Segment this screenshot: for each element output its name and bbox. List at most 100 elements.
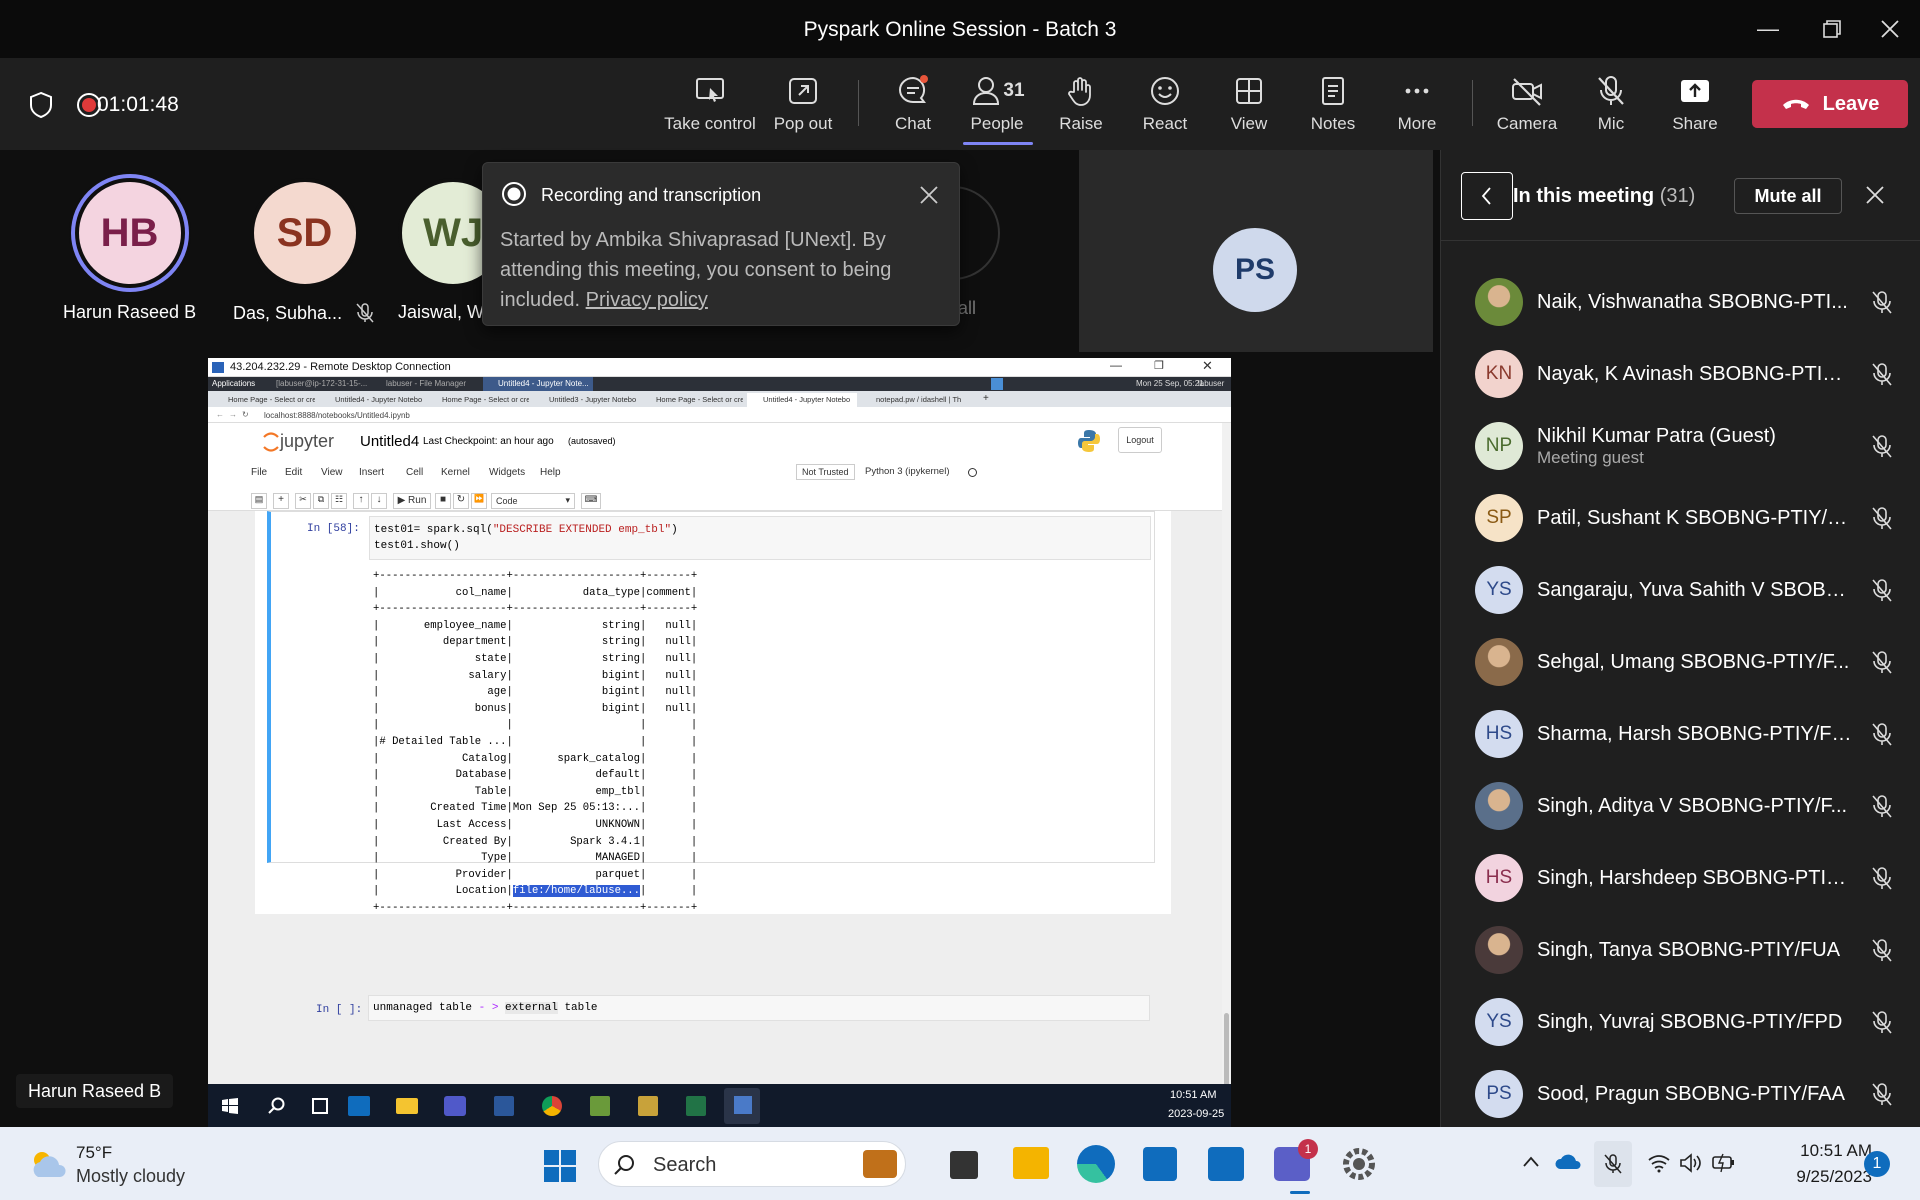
chat-button[interactable]: Chat xyxy=(868,74,958,140)
mic-off-icon[interactable] xyxy=(1869,865,1895,891)
forward-icon[interactable]: → xyxy=(229,410,237,419)
cut-button[interactable]: ✂ xyxy=(295,493,311,509)
mute-all-button[interactable]: Mute all xyxy=(1734,178,1842,214)
weather-text[interactable]: Mostly cloudy xyxy=(76,1166,185,1187)
move-up-button[interactable]: ↑ xyxy=(353,493,369,509)
scrollbar-thumb[interactable] xyxy=(1224,1013,1229,1084)
settings-gear-icon[interactable] xyxy=(1340,1145,1378,1183)
menu-edit[interactable]: Edit xyxy=(285,467,302,478)
code-cell-selected[interactable]: In [58]: test01= spark.sql("DESCRIBE EXT… xyxy=(267,511,1155,914)
rdp-close-button[interactable]: ✕ xyxy=(1202,358,1213,374)
participant-row[interactable]: HS Singh, Harshdeep SBOBNG-PTIY... xyxy=(1475,848,1895,908)
rdp-restore-button[interactable]: ❐ xyxy=(1154,359,1164,372)
task-view-icon[interactable] xyxy=(312,1098,328,1114)
participant-row[interactable]: Singh, Tanya SBOBNG-PTIY/FUA xyxy=(1475,920,1895,980)
outlook-icon[interactable] xyxy=(1208,1147,1244,1181)
participant-row[interactable]: KN Nayak, K Avinash SBOBNG-PTIY/... xyxy=(1475,344,1895,404)
notes-button[interactable]: Notes xyxy=(1288,74,1378,140)
pop-out-button[interactable]: Pop out xyxy=(758,74,848,140)
run-button[interactable]: ▶ Run xyxy=(393,493,431,509)
privacy-policy-link[interactable]: Privacy policy xyxy=(586,289,708,311)
windows-start-icon[interactable] xyxy=(222,1098,238,1114)
search-icon[interactable] xyxy=(268,1097,286,1115)
notebook-name[interactable]: Untitled4 xyxy=(360,433,419,450)
minimize-button[interactable]: — xyxy=(1748,12,1788,46)
outlook-icon[interactable] xyxy=(348,1096,370,1116)
remote-desktop-window[interactable]: 43.204.232.29 - Remote Desktop Connectio… xyxy=(208,358,1231,1084)
move-down-button[interactable]: ↓ xyxy=(371,493,387,509)
rdp-minimize-button[interactable]: — xyxy=(1110,358,1122,372)
edge-icon[interactable] xyxy=(1077,1145,1115,1183)
store-icon[interactable] xyxy=(1143,1147,1177,1181)
camera-button[interactable]: Camera xyxy=(1482,74,1572,140)
menu-help[interactable]: Help xyxy=(540,467,561,478)
menu-kernel[interactable]: Kernel xyxy=(441,467,470,478)
people-button[interactable]: 31 People xyxy=(952,74,1042,140)
taskbar-search-box[interactable]: Search xyxy=(598,1141,906,1187)
excel-icon[interactable] xyxy=(686,1096,706,1116)
participant-row[interactable]: SP Patil, Sushant K SBOBNG-PTIY/F... xyxy=(1475,488,1895,548)
menu-view[interactable]: View xyxy=(321,467,343,478)
menu-insert[interactable]: Insert xyxy=(359,467,384,478)
word-icon[interactable] xyxy=(494,1096,514,1116)
more-button[interactable]: More xyxy=(1372,74,1462,140)
mic-off-icon[interactable] xyxy=(1869,433,1895,459)
participant-tile[interactable]: HB Harun Raseed B xyxy=(63,178,196,323)
mic-button[interactable]: Mic xyxy=(1566,74,1656,140)
take-control-button[interactable]: Take control xyxy=(664,74,756,140)
menu-widgets[interactable]: Widgets xyxy=(489,467,525,478)
browser-tab[interactable]: notepad.pw / idashell | Th xyxy=(860,393,970,407)
react-button[interactable]: React xyxy=(1120,74,1210,140)
remote-task[interactable]: Untitled4 - Jupyter Note... xyxy=(498,379,589,388)
participant-row[interactable]: YS Singh, Yuvraj SBOBNG-PTIY/FPD xyxy=(1475,992,1895,1052)
browser-tab[interactable]: Untitled4 - Jupyter Notebo xyxy=(319,393,422,407)
save-button[interactable]: ▤ xyxy=(251,493,267,509)
menu-file[interactable]: File xyxy=(251,467,267,478)
copy-button[interactable]: ⧉ xyxy=(313,493,329,509)
restart-button[interactable]: ↻ xyxy=(453,493,469,509)
keyboard-shortcuts-button[interactable]: ⌨ xyxy=(581,493,601,509)
code-input[interactable]: unmanaged table - > external table xyxy=(368,995,1150,1021)
participant-row[interactable]: Naik, Vishwanatha SBOBNG-PTI... xyxy=(1475,272,1895,332)
new-tab-button[interactable]: + xyxy=(983,393,989,404)
mic-off-icon[interactable] xyxy=(1869,721,1895,747)
clock-time[interactable]: 10:51 AM xyxy=(1768,1141,1872,1161)
windows-start-icon[interactable] xyxy=(543,1149,577,1183)
logout-button[interactable]: Logout xyxy=(1118,427,1162,453)
participant-row[interactable]: NP Nikhil Kumar Patra (Guest) Meeting gues… xyxy=(1475,416,1895,476)
browser-tab[interactable]: Home Page - Select or cre xyxy=(640,393,743,407)
clock-date[interactable]: 9/25/2023 xyxy=(1768,1167,1872,1187)
close-icon[interactable] xyxy=(919,185,939,205)
restore-button[interactable] xyxy=(1812,12,1852,46)
mic-off-icon[interactable] xyxy=(1869,1081,1895,1107)
insert-cell-button[interactable]: + xyxy=(273,493,289,509)
share-button[interactable]: Share xyxy=(1650,74,1740,140)
onedrive-icon[interactable] xyxy=(1554,1151,1582,1171)
back-icon[interactable]: ← xyxy=(216,410,224,419)
browser-tab[interactable]: Home Page - Select or cre xyxy=(426,393,529,407)
browser-tab[interactable]: Home Page - Select or cre xyxy=(212,393,315,407)
remote-task[interactable]: [labuser@ip-172-31-15-... xyxy=(276,379,367,388)
file-explorer-icon[interactable] xyxy=(396,1098,418,1114)
interrupt-button[interactable]: ■ xyxy=(435,493,451,509)
app-icon[interactable] xyxy=(590,1096,610,1116)
mic-off-icon[interactable] xyxy=(1869,577,1895,603)
mic-off-icon[interactable] xyxy=(1869,289,1895,315)
remote-task[interactable]: labuser - File Manager xyxy=(386,379,466,388)
weather-temp[interactable]: 75°F xyxy=(76,1143,112,1163)
mic-off-icon[interactable] xyxy=(1869,1009,1895,1035)
mic-off-icon[interactable] xyxy=(1869,649,1895,675)
ps-tile[interactable]: PS xyxy=(1079,150,1433,352)
back-button[interactable] xyxy=(1461,172,1513,220)
trust-button[interactable]: Not Trusted xyxy=(796,464,855,480)
page-scrollbar[interactable] xyxy=(1222,423,1231,1084)
teams-icon[interactable] xyxy=(444,1096,466,1116)
chrome-icon[interactable] xyxy=(542,1096,562,1116)
participant-row[interactable]: Sehgal, Umang SBOBNG-PTIY/F... xyxy=(1475,632,1895,692)
mic-off-icon[interactable] xyxy=(1869,793,1895,819)
menu-cell[interactable]: Cell xyxy=(406,467,423,478)
participant-tile[interactable]: SD Das, Subha... xyxy=(233,178,376,324)
leave-button[interactable]: Leave xyxy=(1752,80,1908,128)
wifi-icon[interactable] xyxy=(1647,1153,1671,1173)
code-input[interactable]: test01= spark.sql("DESCRIBE EXTENDED emp… xyxy=(369,516,1151,560)
